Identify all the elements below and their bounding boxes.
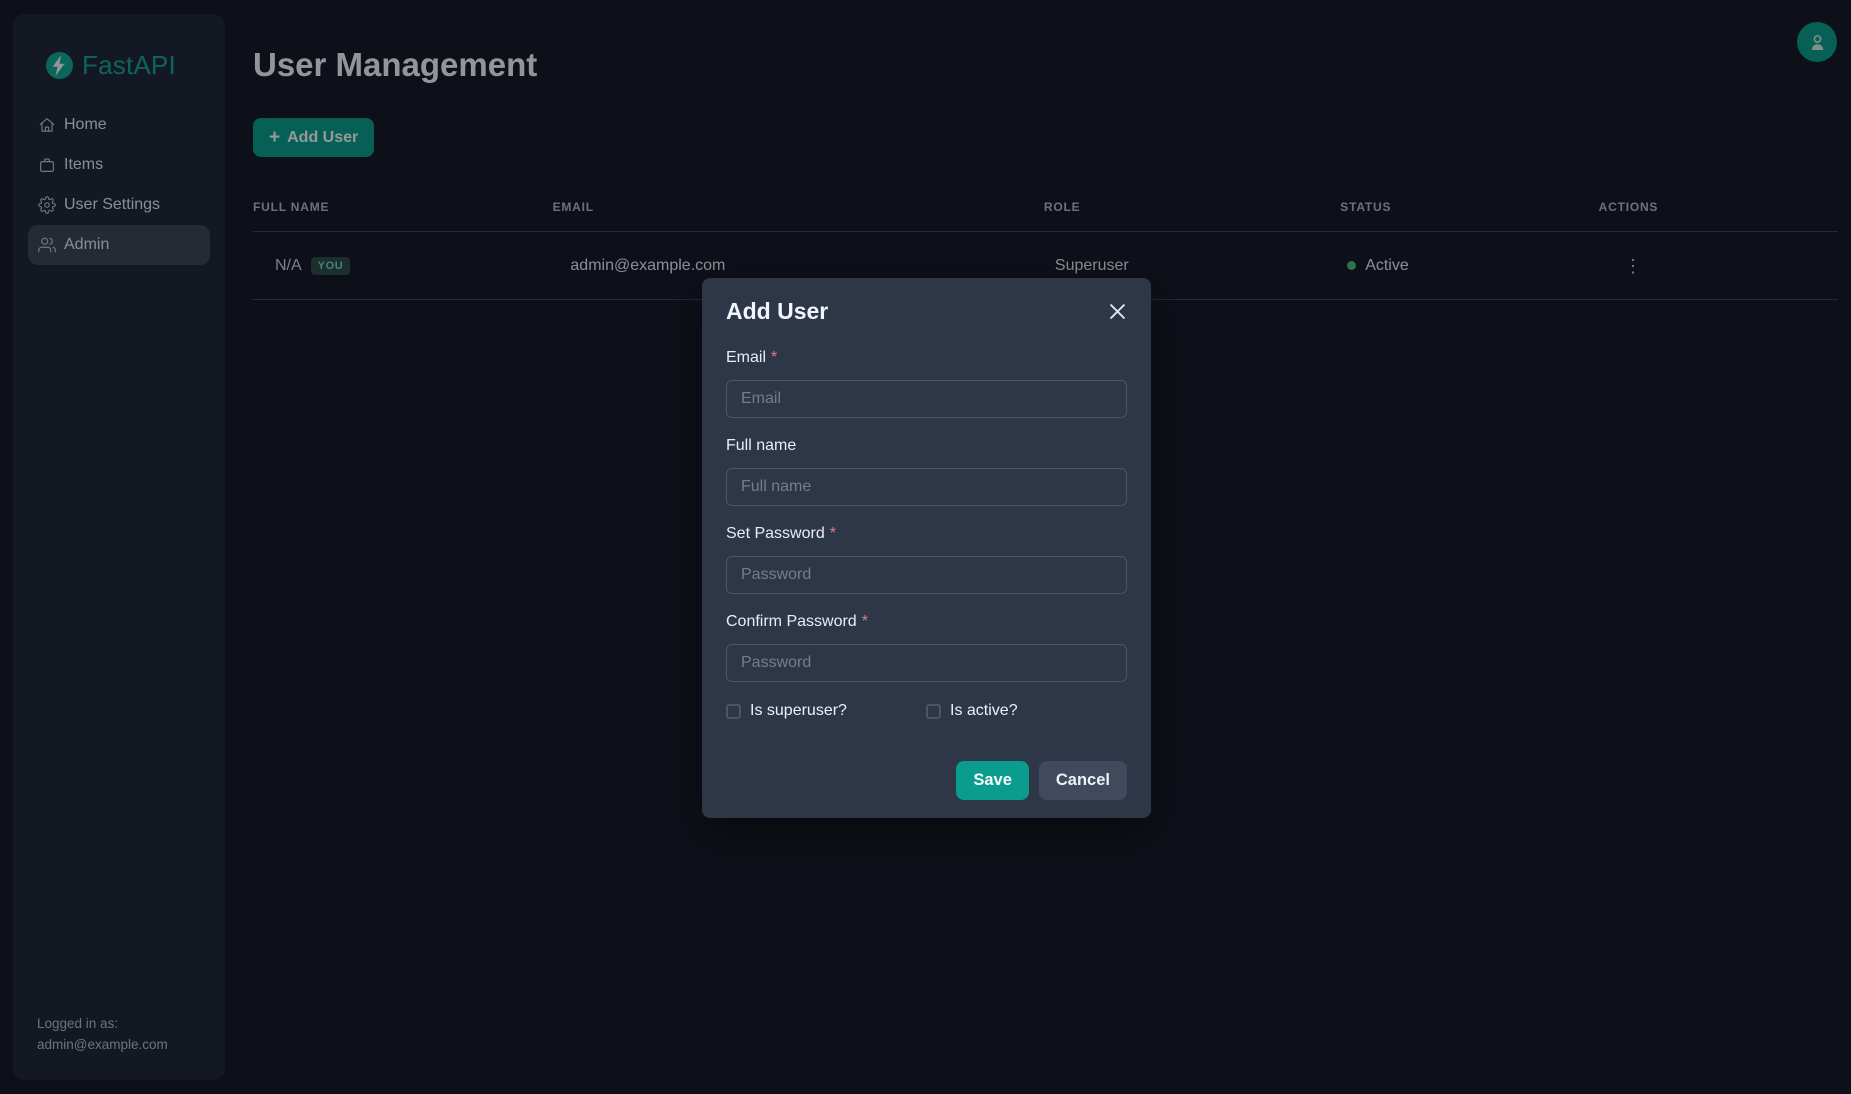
is-superuser-checkbox[interactable]: Is superuser? <box>726 702 926 720</box>
email-input[interactable] <box>726 380 1127 418</box>
full-name-label: Full name <box>726 436 1127 456</box>
confirm-password-input[interactable] <box>726 644 1127 682</box>
required-asterisk: * <box>830 525 836 542</box>
required-asterisk: * <box>771 349 777 366</box>
close-icon <box>1110 307 1125 322</box>
add-user-modal: Add User Email* Full name Set Password* … <box>702 278 1151 818</box>
cancel-button[interactable]: Cancel <box>1039 761 1127 800</box>
checkbox-icon <box>926 704 941 719</box>
full-name-field-group: Full name <box>726 436 1127 506</box>
required-asterisk: * <box>862 613 868 630</box>
full-name-input[interactable] <box>726 468 1127 506</box>
set-password-input[interactable] <box>726 556 1127 594</box>
checkbox-icon <box>726 704 741 719</box>
modal-title: Add User <box>726 298 828 324</box>
set-password-label: Set Password* <box>726 524 1127 544</box>
confirm-password-label: Confirm Password* <box>726 612 1127 632</box>
set-password-field-group: Set Password* <box>726 524 1127 594</box>
checkbox-row: Is superuser? Is active? <box>726 702 1127 720</box>
email-label: Email* <box>726 348 1127 368</box>
modal-actions: Save Cancel <box>726 761 1127 800</box>
email-field-group: Email* <box>726 348 1127 418</box>
close-button[interactable] <box>1106 300 1129 323</box>
confirm-password-field-group: Confirm Password* <box>726 612 1127 682</box>
is-active-checkbox[interactable]: Is active? <box>926 702 1018 720</box>
save-button[interactable]: Save <box>956 761 1029 800</box>
